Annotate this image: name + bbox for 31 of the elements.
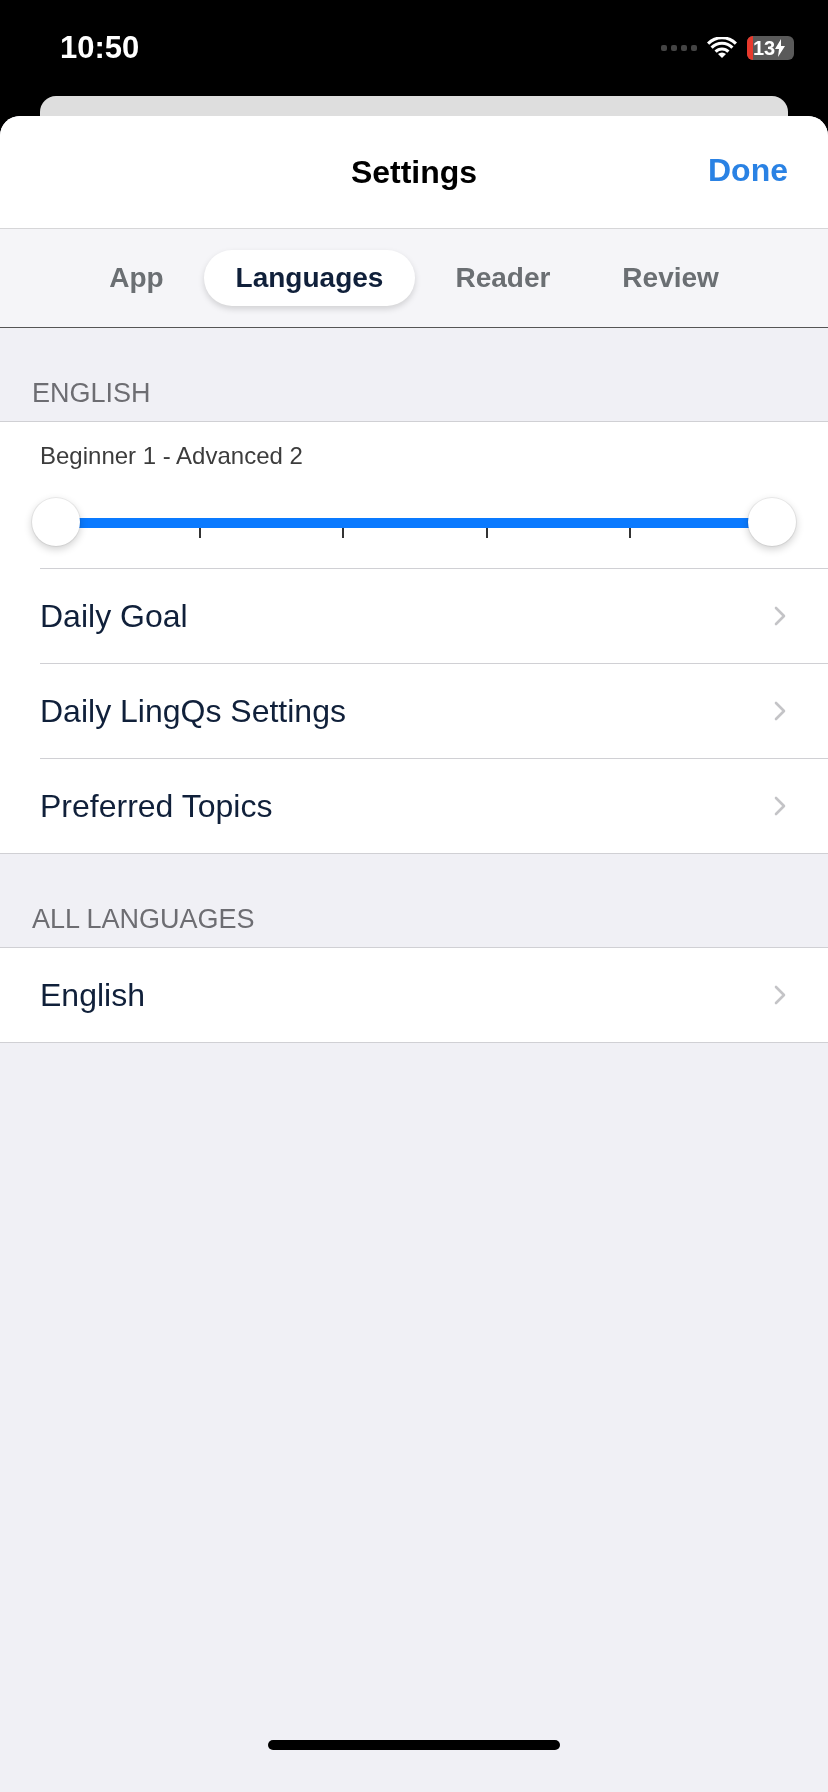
- row-label: Preferred Topics: [40, 787, 273, 825]
- section-header: ENGLISH: [31, 377, 152, 410]
- chevron-icon: [774, 796, 786, 816]
- row-label: Daily LingQs Settings: [40, 692, 346, 730]
- screen-title: Settings: [350, 153, 478, 191]
- row-label: English: [40, 976, 145, 1014]
- settings-row[interactable]: Daily Goal: [40, 569, 828, 664]
- chevron-icon: [774, 701, 786, 721]
- tab[interactable]: Review: [590, 250, 751, 306]
- section-header: ALL LANGUAGES: [31, 903, 256, 936]
- tab[interactable]: Reader: [423, 250, 583, 306]
- status-time: 10:50: [60, 30, 140, 66]
- settings-row[interactable]: Preferred Topics: [40, 759, 828, 853]
- battery-icon: 13: [747, 36, 794, 60]
- chevron-icon: [774, 606, 786, 626]
- tick-mark: [342, 528, 345, 538]
- tick-mark: [628, 528, 631, 538]
- done-button[interactable]: Done: [708, 152, 788, 189]
- slider-thumb[interactable]: [32, 498, 80, 546]
- wifi-icon: [707, 37, 737, 59]
- tab[interactable]: App: [77, 250, 196, 306]
- tick-mark: [199, 528, 202, 538]
- settings-row[interactable]: Daily LingQs Settings: [40, 664, 828, 759]
- slider-thumb[interactable]: [748, 498, 796, 546]
- tab[interactable]: Languages: [203, 250, 416, 306]
- level-range-label: Beginner 1 - Advanced 2: [40, 442, 304, 471]
- signal-icon: [661, 45, 697, 51]
- settings-row[interactable]: English: [40, 948, 828, 1042]
- tick-mark: [485, 528, 488, 538]
- chevron-icon: [774, 985, 786, 1005]
- row-label: Daily Goal: [40, 597, 188, 635]
